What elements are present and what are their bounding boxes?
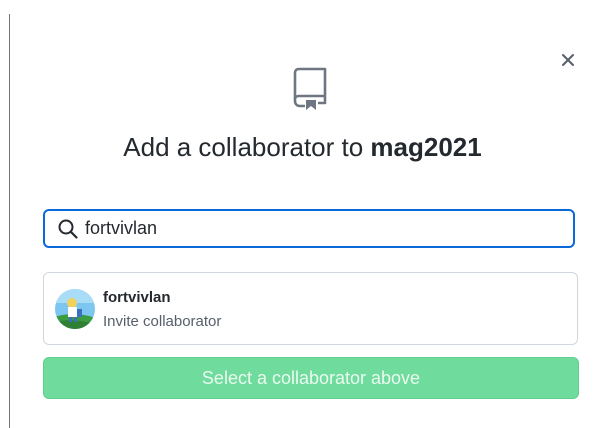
- dialog-left-border: [9, 14, 10, 428]
- search-icon: [58, 219, 78, 239]
- collaborator-results: fortvivlan Invite collaborator: [43, 272, 578, 345]
- search-input[interactable]: [85, 218, 555, 239]
- close-button[interactable]: [556, 48, 580, 72]
- list-item[interactable]: fortvivlan Invite collaborator: [44, 273, 577, 344]
- result-action-label: Invite collaborator: [103, 313, 222, 330]
- add-collaborator-dialog: Add a collaborator to mag2021 fortvivlan…: [0, 0, 605, 428]
- avatar: [55, 289, 95, 329]
- select-collaborator-button[interactable]: Select a collaborator above: [43, 357, 579, 399]
- close-icon: [562, 54, 574, 66]
- dialog-title: Add a collaborator to mag2021: [0, 132, 605, 163]
- title-prefix: Add a collaborator to: [123, 132, 371, 162]
- search-field[interactable]: [43, 209, 575, 248]
- result-username: fortvivlan: [103, 289, 171, 306]
- repo-name: mag2021: [370, 132, 482, 162]
- repo-icon: [293, 67, 327, 110]
